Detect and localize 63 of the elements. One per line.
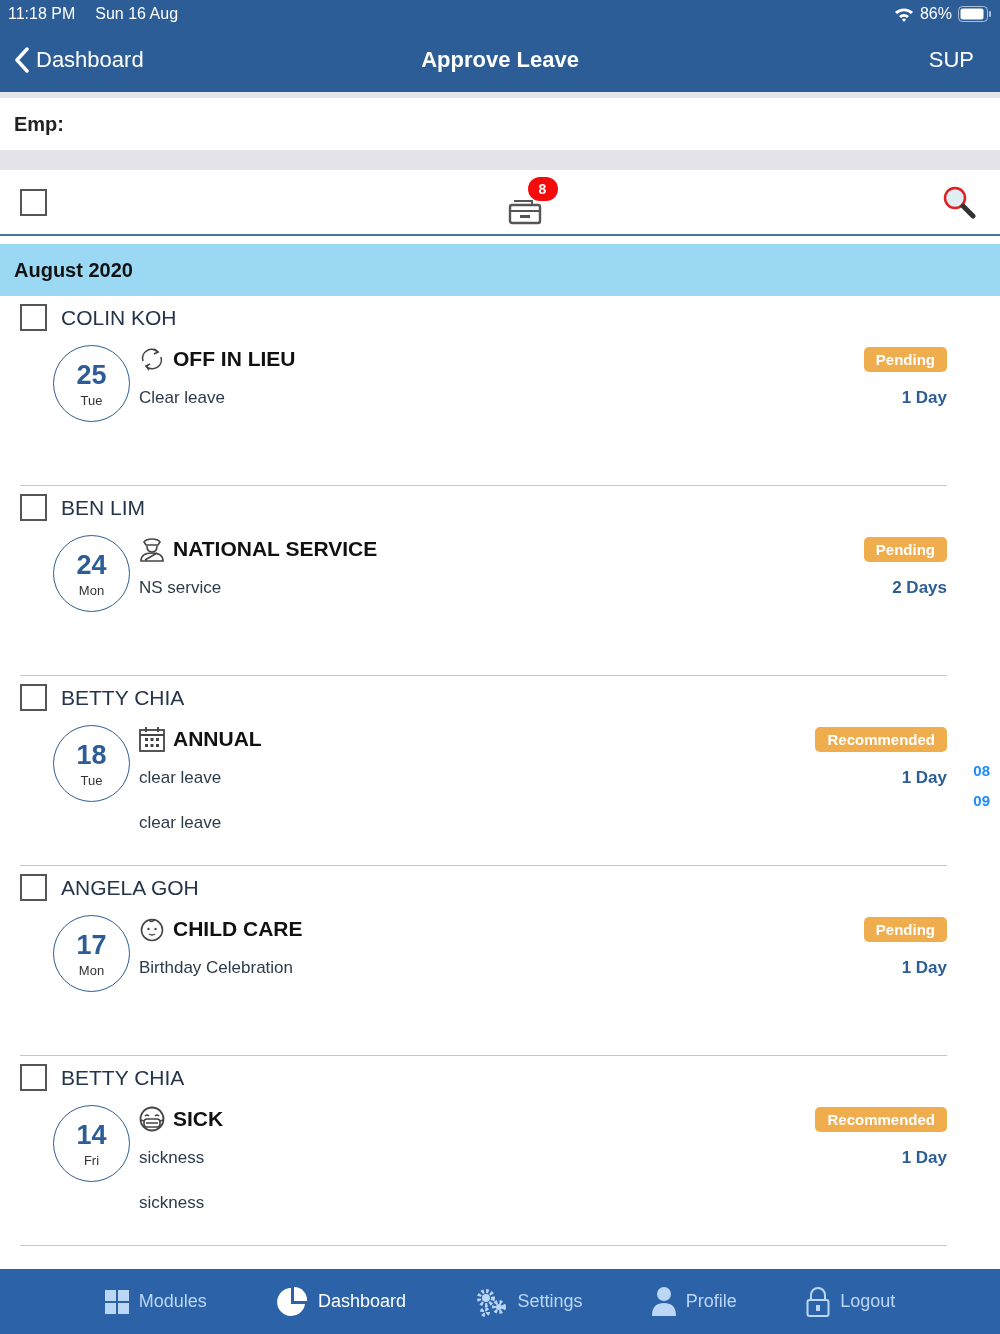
- leave-note: NS service: [139, 577, 222, 598]
- calendar-icon: [139, 726, 165, 752]
- leave-note: Clear leave: [139, 387, 225, 408]
- leave-duration: 2 Days: [892, 577, 947, 598]
- leave-note: Birthday Celebration: [139, 957, 294, 978]
- status-badge: Recommended: [815, 726, 947, 752]
- leave-duration: 1 Day: [901, 387, 947, 408]
- back-button[interactable]: Dashboard: [14, 47, 144, 73]
- baby-icon: [139, 916, 165, 942]
- employee-name: BETTY CHIA: [61, 1065, 185, 1090]
- tab-item[interactable]: Dashboard: [272, 1281, 411, 1322]
- sup-button[interactable]: SUP: [928, 47, 986, 73]
- refresh-icon: [139, 346, 165, 372]
- section-index-item[interactable]: 09: [973, 792, 990, 809]
- leave-duration: 1 Day: [901, 1147, 947, 1168]
- leave-type: OFF IN LIEU: [173, 347, 296, 371]
- leave-note: sickness: [139, 1147, 205, 1168]
- person-icon: [651, 1285, 676, 1318]
- tab-item[interactable]: Logout: [802, 1281, 900, 1322]
- row-checkbox[interactable]: [20, 494, 47, 521]
- row-checkbox[interactable]: [20, 304, 47, 331]
- wifi-icon: [893, 6, 914, 22]
- leave-duration: 1 Day: [901, 957, 947, 978]
- settings-icon: [475, 1286, 508, 1317]
- status-date: Sun 16 Aug: [95, 5, 179, 23]
- leave-type: CHILD CARE: [173, 917, 303, 941]
- face-mask-icon: [139, 1106, 165, 1132]
- row-checkbox[interactable]: [20, 874, 47, 901]
- employee-name: ANGELA GOH: [61, 875, 199, 900]
- page-title: Approve Leave: [421, 47, 579, 73]
- leave-type: ANNUAL: [173, 727, 262, 751]
- leave-type: NATIONAL SERVICE: [173, 537, 378, 561]
- officer-icon: [139, 536, 165, 562]
- pie-chart-icon: [276, 1285, 309, 1318]
- employee-label: Emp:: [14, 112, 64, 136]
- employee-name: BETTY CHIA: [61, 685, 185, 710]
- back-chevron-icon: [14, 47, 30, 73]
- grid-icon: [104, 1289, 129, 1314]
- tab-item[interactable]: Profile: [647, 1281, 741, 1322]
- battery-icon: [958, 6, 992, 22]
- leave-note: clear leave: [139, 812, 222, 833]
- row-checkbox[interactable]: [20, 1064, 47, 1091]
- tab-item[interactable]: Modules: [100, 1285, 211, 1318]
- employee-name: COLIN KOH: [61, 305, 177, 330]
- status-badge: Pending: [863, 346, 947, 372]
- status-badge: Pending: [863, 536, 947, 562]
- row-checkbox[interactable]: [20, 684, 47, 711]
- select-all-checkbox[interactable]: [20, 188, 47, 216]
- padlock-icon: [806, 1285, 831, 1318]
- battery-percent: 86%: [919, 5, 952, 23]
- tab-item[interactable]: Settings: [471, 1282, 587, 1321]
- status-badge: Recommended: [815, 1106, 947, 1132]
- month-header: August 2020: [14, 258, 133, 282]
- leave-duration: 1 Day: [901, 767, 947, 788]
- leave-note: sickness: [139, 1192, 205, 1213]
- search-icon[interactable]: [942, 185, 976, 219]
- leave-type: SICK: [173, 1107, 224, 1131]
- employee-name: BEN LIM: [61, 495, 146, 520]
- section-index-item[interactable]: 08: [973, 762, 990, 779]
- leave-note: clear leave: [139, 767, 222, 788]
- status-badge: Pending: [863, 916, 947, 942]
- status-time: 11:18 PM: [8, 5, 76, 23]
- notification-badge: 8: [527, 177, 558, 201]
